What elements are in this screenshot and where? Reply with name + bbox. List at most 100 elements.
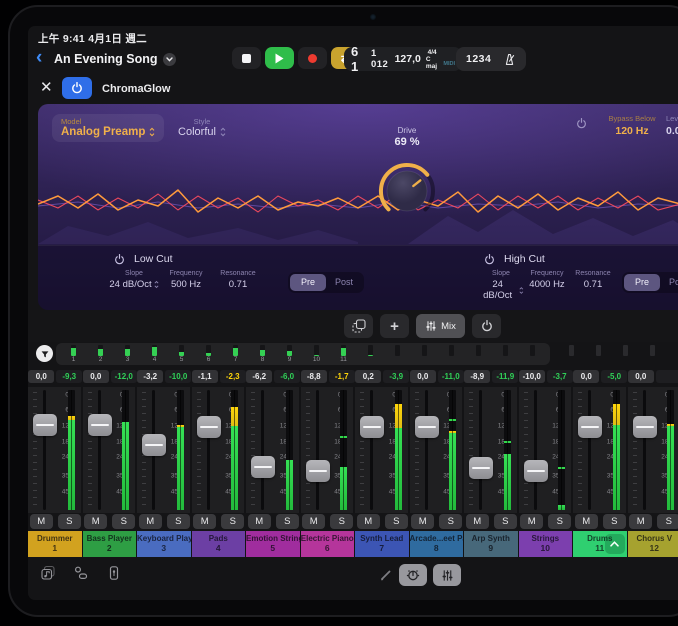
duplicate-button[interactable] [344, 314, 373, 338]
browser-icon[interactable] [73, 565, 89, 581]
overview-strip[interactable]: 1 2 3 4 5 6 7 8 9 10 11 [56, 343, 550, 365]
peak-value[interactable]: -11,9 [492, 370, 518, 383]
peak-value[interactable]: -2,3 [220, 370, 246, 383]
mute-button[interactable]: M [575, 514, 598, 529]
high-cut-resonance[interactable]: Resonance 0.71 [570, 270, 616, 290]
peak-value[interactable]: -10,0 [165, 370, 191, 383]
post-button[interactable]: Post [326, 274, 362, 291]
fader-handle[interactable] [142, 434, 166, 456]
solo-button[interactable]: S [330, 514, 353, 529]
volume-value[interactable]: 0,0 [83, 370, 109, 383]
low-cut-frequency[interactable]: Frequency 500 Hz [160, 270, 212, 290]
play-button[interactable] [265, 47, 294, 69]
volume-value[interactable]: -6,2 [246, 370, 272, 383]
volume-value[interactable]: -10,0 [519, 370, 545, 383]
track-name-cell[interactable]: Bass Player 2 [83, 531, 138, 557]
track-name-cell[interactable]: Strings 10 [519, 531, 574, 557]
high-cut-power-button[interactable] [484, 254, 495, 265]
solo-button[interactable]: S [276, 514, 299, 529]
volume-value[interactable]: 0,0 [410, 370, 436, 383]
add-button[interactable]: + [380, 314, 409, 338]
volume-value[interactable]: 0,2 [355, 370, 381, 383]
mix-button[interactable]: Mix [416, 314, 465, 338]
loops-browser-icon[interactable] [40, 565, 56, 581]
song-title-menu-button[interactable] [163, 53, 176, 66]
fader-track[interactable] [578, 390, 602, 510]
mute-button[interactable]: M [357, 514, 380, 529]
fader-handle[interactable] [88, 414, 112, 436]
fader-handle[interactable] [633, 416, 657, 438]
mixer-power-button[interactable] [472, 314, 501, 338]
solo-button[interactable]: S [58, 514, 81, 529]
fader-track[interactable] [633, 390, 657, 510]
low-cut-resonance[interactable]: Resonance 0.71 [212, 270, 264, 290]
track-name-cell[interactable]: Arcade...eet Pad 8 [410, 531, 465, 557]
fader-handle[interactable] [469, 457, 493, 479]
metronome-icon[interactable] [503, 53, 516, 66]
fader-handle[interactable] [33, 414, 57, 436]
peak-value[interactable]: -1,7 [329, 370, 355, 383]
mute-button[interactable]: M [466, 514, 489, 529]
volume-value[interactable]: 0,0 [28, 370, 54, 383]
fader-track[interactable] [197, 390, 221, 510]
track-name-cell[interactable]: Chorus V 12 [628, 531, 678, 557]
count-in-button[interactable]: 1234 [466, 53, 491, 65]
peak-value[interactable]: -9,3 [56, 370, 82, 383]
track-name-cell[interactable]: Pads 4 [192, 531, 247, 557]
level-control[interactable]: Level 0.0 [666, 114, 678, 137]
fader-track[interactable] [142, 390, 166, 510]
tuner-knob-button[interactable] [399, 564, 427, 586]
peak-value[interactable]: -3,9 [383, 370, 409, 383]
peak-value[interactable]: -5,0 [601, 370, 627, 383]
mute-button[interactable]: M [248, 514, 271, 529]
fader-track[interactable] [524, 390, 548, 510]
mute-button[interactable]: M [193, 514, 216, 529]
chevron-up-button[interactable] [605, 534, 625, 554]
track-name-cell[interactable]: Synth Lead 7 [355, 531, 410, 557]
solo-button[interactable]: S [548, 514, 571, 529]
volume-value[interactable]: 0,0 [573, 370, 599, 383]
bypass-control[interactable]: Bypass Below 120 Hz [594, 114, 670, 137]
peak-value[interactable]: -3,7 [547, 370, 573, 383]
volume-value[interactable]: -1,1 [192, 370, 218, 383]
fader-track[interactable] [251, 390, 275, 510]
pre-button[interactable]: Pre [290, 274, 326, 291]
solo-button[interactable]: S [657, 514, 678, 529]
solo-button[interactable]: S [494, 514, 517, 529]
fader-handle[interactable] [578, 416, 602, 438]
solo-button[interactable]: S [221, 514, 244, 529]
mute-button[interactable]: M [139, 514, 162, 529]
solo-button[interactable]: S [603, 514, 626, 529]
high-cut-frequency[interactable]: Frequency 4000 Hz [524, 270, 570, 290]
close-button[interactable]: ✕ [40, 80, 53, 96]
fader-track[interactable] [469, 390, 493, 510]
record-button[interactable] [298, 47, 327, 69]
volume-value[interactable]: 0,0 [628, 370, 654, 383]
drive-knob[interactable] [372, 156, 442, 226]
peak-value[interactable]: -12,0 [111, 370, 137, 383]
filter-button[interactable] [36, 345, 53, 362]
fader-track[interactable] [306, 390, 330, 510]
peak-value[interactable]: -11,0 [438, 370, 464, 383]
mute-button[interactable]: M [411, 514, 434, 529]
pre-button[interactable]: Pre [624, 274, 660, 291]
solo-button[interactable]: S [439, 514, 462, 529]
track-name-cell[interactable]: Drums 11 [573, 531, 628, 557]
fader-track[interactable] [360, 390, 384, 510]
volume-value[interactable]: -3,2 [137, 370, 163, 383]
volume-value[interactable]: -8,9 [464, 370, 490, 383]
stop-button[interactable] [232, 47, 261, 69]
fader-handle[interactable] [524, 460, 548, 482]
pencil-icon[interactable] [378, 568, 393, 583]
solo-button[interactable]: S [112, 514, 135, 529]
track-name-cell[interactable]: Emotion Strings 5 [246, 531, 301, 557]
lcd-display[interactable]: 6 1 1 012 127,0 4/4 C maj MIDI [344, 47, 462, 71]
post-button[interactable]: Post [660, 274, 678, 291]
mute-button[interactable]: M [302, 514, 325, 529]
track-name-cell[interactable]: Electric Piano 6 [301, 531, 356, 557]
mute-button[interactable]: M [30, 514, 53, 529]
mixer-view-button[interactable] [433, 564, 461, 586]
mute-button[interactable]: M [84, 514, 107, 529]
track-name-cell[interactable]: Keyboard Player 3 [137, 531, 192, 557]
fader-handle[interactable] [360, 416, 384, 438]
